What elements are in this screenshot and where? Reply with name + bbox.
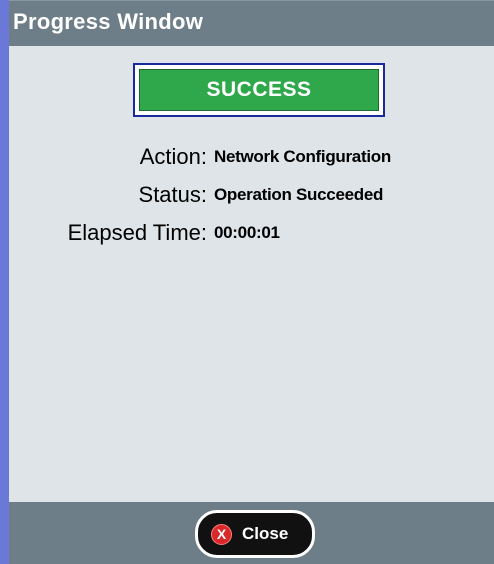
action-value: Network Configuration	[214, 147, 391, 166]
status-value: Operation Succeeded	[214, 185, 384, 204]
elapsed-time-label: Elapsed Time:	[67, 220, 207, 245]
close-icon: X	[211, 524, 232, 545]
title-bar: Progress Window	[9, 0, 494, 46]
progress-window: Progress Window SUCCESS Action: Network …	[0, 0, 494, 564]
content-area: SUCCESS Action: Network Configuration St…	[9, 46, 494, 502]
status-label: Status:	[138, 182, 207, 207]
close-button-label: Close	[242, 524, 289, 543]
close-button[interactable]: X Close	[195, 510, 315, 558]
status-indicator: SUCCESS	[139, 69, 379, 111]
status-indicator-frame: SUCCESS	[133, 63, 385, 117]
footer-bar: X Close	[9, 502, 494, 564]
elapsed-time-value: 00:00:01	[214, 223, 280, 242]
action-label: Action:	[139, 144, 207, 169]
window-left-border	[0, 0, 9, 564]
window-title: Progress Window	[13, 9, 204, 34]
